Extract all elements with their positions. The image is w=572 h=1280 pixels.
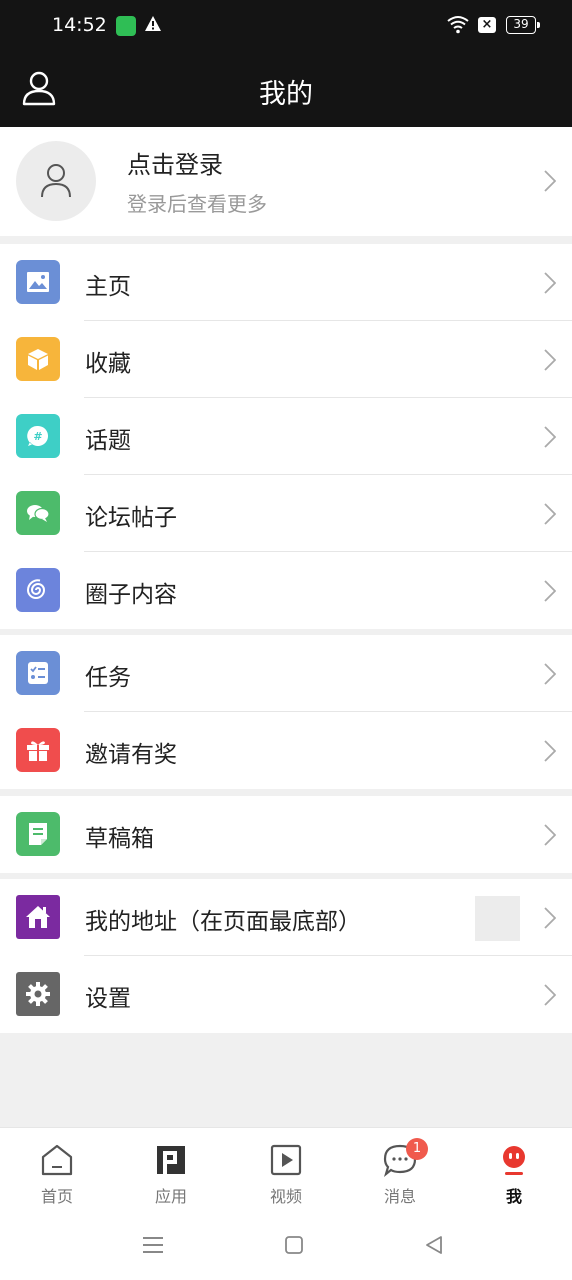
menu-item-my-address[interactable]: 我的地址（在页面最底部）	[0, 879, 572, 956]
menu-item-label: 收藏	[85, 351, 131, 377]
bottom-nav: 首页 应用 视频 1 消息 我	[0, 1127, 572, 1214]
menu-group-drafts: 草稿箱	[0, 796, 572, 873]
gear-icon	[16, 972, 60, 1016]
address-placeholder-box	[475, 896, 520, 941]
system-nav-bar	[0, 1214, 572, 1280]
chevron-right-icon	[544, 426, 556, 448]
nav-item-home[interactable]: 首页	[0, 1128, 114, 1215]
menu-item-label: 圈子内容	[85, 582, 177, 608]
image-icon	[16, 260, 60, 304]
menu-item-label: 论坛帖子	[85, 505, 177, 531]
svg-text:#: #	[33, 430, 42, 443]
menu-item-homepage[interactable]: 主页	[0, 244, 572, 321]
chevron-right-icon	[544, 907, 556, 929]
menu-item-circle-content[interactable]: 圈子内容	[0, 552, 572, 629]
login-card[interactable]: 点击登录 登录后查看更多	[0, 127, 572, 236]
page-title: 我的	[259, 79, 313, 110]
nav-item-video[interactable]: 视频	[229, 1128, 343, 1215]
draft-icon	[16, 812, 60, 856]
menu-item-forum-posts[interactable]: 论坛帖子	[0, 475, 572, 552]
menu-item-label: 主页	[85, 274, 131, 300]
apps-icon	[157, 1146, 185, 1174]
avatar-person-icon	[41, 164, 71, 198]
chevron-right-icon	[544, 984, 556, 1006]
chat-bubbles-icon	[16, 491, 60, 535]
warning-icon	[145, 16, 161, 31]
nav-item-me[interactable]: 我	[457, 1128, 571, 1215]
chevron-right-icon	[544, 824, 556, 846]
box-icon	[16, 337, 60, 381]
nav-label: 应用	[154, 1187, 187, 1206]
menu-group-tasks: 任务 邀请有奖	[0, 635, 572, 789]
nav-item-apps[interactable]: 应用	[114, 1128, 228, 1215]
menu-item-label: 我的地址（在页面最底部）	[85, 909, 361, 935]
status-time: 14:52	[52, 14, 107, 36]
status-bar: 14:52 × 39	[0, 0, 572, 52]
close-box-icon: ×	[478, 17, 496, 33]
login-title: 点击登录	[127, 151, 223, 179]
video-icon	[270, 1144, 302, 1176]
hashtag-bubble-icon: #	[16, 414, 60, 458]
app-header: 我的	[0, 52, 572, 127]
chevron-right-icon	[544, 170, 556, 192]
wifi-icon	[447, 16, 469, 34]
chevron-right-icon	[544, 349, 556, 371]
battery-icon: 39	[506, 16, 540, 34]
app-notification-icon	[116, 16, 136, 36]
back-icon[interactable]	[424, 1235, 444, 1255]
menu-item-label: 任务	[85, 665, 131, 691]
unread-badge: 1	[406, 1138, 428, 1160]
menu-item-topics[interactable]: # 话题	[0, 398, 572, 475]
menu-item-settings[interactable]: 设置	[0, 956, 572, 1033]
menu-item-label: 话题	[85, 428, 131, 454]
nav-label: 我	[505, 1187, 522, 1206]
menu-item-invite-rewards[interactable]: 邀请有奖	[0, 712, 572, 789]
nav-label: 消息	[383, 1187, 416, 1206]
menu-item-favorites[interactable]: 收藏	[0, 321, 572, 398]
house-icon	[16, 895, 60, 939]
chevron-right-icon	[544, 580, 556, 602]
chevron-right-icon	[544, 503, 556, 525]
home-square-icon[interactable]	[284, 1235, 304, 1255]
menu-group-settings: 我的地址（在页面最底部） 设置	[0, 879, 572, 1033]
nav-label: 视频	[269, 1187, 302, 1206]
avatar	[16, 141, 96, 221]
menu-item-tasks[interactable]: 任务	[0, 635, 572, 712]
nav-label: 首页	[40, 1187, 73, 1206]
menu-item-label: 邀请有奖	[85, 742, 177, 768]
gift-icon	[16, 728, 60, 772]
home-icon	[41, 1144, 73, 1176]
nav-item-messages[interactable]: 1 消息	[343, 1128, 457, 1215]
chevron-right-icon	[544, 272, 556, 294]
menu-item-label: 草稿箱	[85, 826, 154, 852]
login-subtitle: 登录后查看更多	[127, 192, 267, 216]
checklist-icon	[16, 651, 60, 695]
menu-item-label: 设置	[85, 986, 131, 1012]
menu-item-drafts[interactable]: 草稿箱	[0, 796, 572, 873]
chevron-right-icon	[544, 663, 556, 685]
chevron-right-icon	[544, 740, 556, 762]
menu-icon[interactable]	[142, 1235, 164, 1255]
menu-group-content: 主页 收藏 # 话题 论坛帖子 圈子内容	[0, 244, 572, 629]
spiral-icon	[16, 568, 60, 612]
me-icon	[503, 1146, 525, 1175]
